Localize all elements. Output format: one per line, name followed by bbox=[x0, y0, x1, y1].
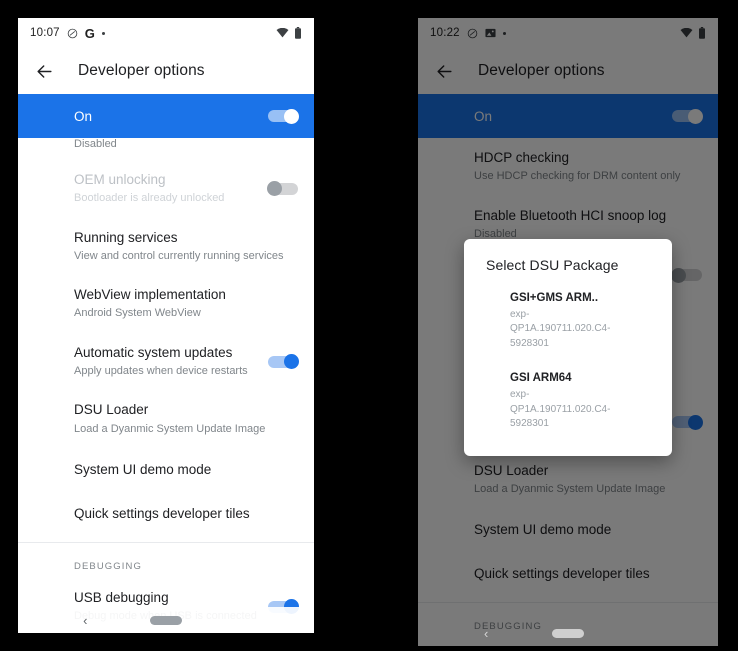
toggle-knob bbox=[284, 108, 299, 124]
nav-back-icon[interactable]: ‹ bbox=[484, 627, 488, 640]
action-bar-left: Developer options bbox=[18, 48, 314, 94]
dialog-option-subtitle: exp-QP1A.190711.020.C4-5928301 bbox=[510, 389, 611, 430]
list-item-subtitle: Bootloader is already unlocked bbox=[74, 192, 225, 205]
list-item-subtitle: Load a Dyanmic System Update Image bbox=[74, 422, 266, 435]
page-title: Developer options bbox=[78, 62, 205, 79]
system-nav-bar-left: ‹ bbox=[18, 607, 314, 633]
status-bar-right-group bbox=[276, 27, 302, 39]
list-item-title: Quick settings developer tiles bbox=[74, 505, 250, 521]
list-item-oem-unlocking[interactable]: OEM unlocking Bootloader is already unlo… bbox=[18, 160, 314, 218]
orphan-subtitle-disabled: Disabled bbox=[74, 138, 117, 150]
phone-screenshot-left: 10:07 G Developer options On Disabled OE… bbox=[18, 18, 314, 633]
status-bar-left-group: 10:07 G bbox=[30, 25, 106, 41]
master-switch-label: On bbox=[74, 108, 93, 124]
oem-unlocking-toggle[interactable] bbox=[267, 181, 298, 197]
list-item-title: OEM unlocking bbox=[74, 172, 166, 187]
developer-options-master-switch-row[interactable]: On bbox=[18, 94, 314, 138]
list-item-title: Automatic system updates bbox=[74, 344, 233, 360]
list-item-text: DSU Loader Load a Dyanmic System Update … bbox=[74, 401, 298, 437]
list-item-title: WebView implementation bbox=[74, 287, 226, 303]
list-item-automatic-system-updates[interactable]: Automatic system updates Apply updates w… bbox=[18, 333, 314, 391]
wifi-icon bbox=[276, 28, 289, 38]
list-item-title: DSU Loader bbox=[74, 402, 149, 418]
nav-back-icon[interactable]: ‹ bbox=[83, 614, 87, 627]
nav-home-pill-icon[interactable] bbox=[552, 628, 584, 638]
list-item-running-services[interactable]: Running services View and control curren… bbox=[18, 218, 314, 276]
dot-icon bbox=[102, 31, 106, 35]
list-item-text: WebView implementation Android System We… bbox=[74, 286, 298, 322]
list-item-subtitle: Android System WebView bbox=[74, 307, 201, 320]
battery-icon bbox=[294, 27, 302, 39]
status-clock: 10:07 bbox=[30, 27, 60, 39]
master-switch-toggle[interactable] bbox=[268, 108, 299, 124]
list-item-title: USB debugging bbox=[74, 590, 169, 606]
dialog-option-title: GSI+GMS ARM.. bbox=[510, 292, 599, 304]
do-not-disturb-icon bbox=[67, 28, 78, 39]
toggle-knob bbox=[284, 354, 299, 370]
list-item-text: System UI demo mode bbox=[74, 461, 298, 479]
list-item-text: Running services View and control curren… bbox=[74, 229, 298, 265]
list-item-text: OEM unlocking Bootloader is already unlo… bbox=[74, 171, 268, 207]
section-header-debugging: DEBUGGING bbox=[74, 561, 142, 573]
list-item-title: System UI demo mode bbox=[74, 461, 212, 477]
automatic-system-updates-toggle[interactable] bbox=[268, 354, 299, 370]
dialog-title: Select DSU Package bbox=[486, 257, 619, 273]
back-arrow-icon[interactable] bbox=[34, 61, 54, 81]
list-item-title: Running services bbox=[74, 229, 178, 245]
system-nav-bar-right: ‹ bbox=[418, 620, 718, 646]
toggle-knob bbox=[267, 181, 282, 197]
dialog-option-title: GSI ARM64 bbox=[510, 372, 572, 385]
list-item-system-ui-demo-mode[interactable]: System UI demo mode bbox=[18, 448, 314, 492]
google-g-icon: G bbox=[84, 25, 96, 41]
dialog-option-gsi-gms-arm[interactable]: GSI+GMS ARM.. exp-QP1A.190711.020.C4-592… bbox=[464, 281, 672, 361]
list-item-text: Quick settings developer tiles bbox=[74, 505, 298, 523]
dialog-option-subtitle: exp-QP1A.190711.020.C4-5928301 bbox=[510, 308, 611, 349]
dialog-option-gsi-arm64[interactable]: GSI ARM64 exp-QP1A.190711.020.C4-5928301 bbox=[464, 361, 672, 441]
list-item-subtitle: Apply updates when device restarts bbox=[74, 365, 248, 378]
phone-screenshot-right: 10:22 Developer options On bbox=[418, 18, 718, 646]
list-item-quick-settings-developer-tiles[interactable]: Quick settings developer tiles bbox=[18, 492, 314, 536]
list-item-webview-implementation[interactable]: WebView implementation Android System We… bbox=[18, 275, 314, 333]
list-item-dsu-loader[interactable]: DSU Loader Load a Dyanmic System Update … bbox=[18, 390, 314, 448]
list-item-text: Automatic system updates Apply updates w… bbox=[74, 344, 268, 380]
list-item-subtitle: View and control currently running servi… bbox=[74, 249, 284, 262]
settings-list-left: Disabled OEM unlocking Bootloader is alr… bbox=[18, 138, 314, 633]
select-dsu-package-dialog: Select DSU Package GSI+GMS ARM.. exp-QP1… bbox=[464, 239, 672, 456]
status-bar-left: 10:07 G bbox=[18, 18, 314, 48]
nav-home-pill-icon[interactable] bbox=[150, 615, 182, 625]
